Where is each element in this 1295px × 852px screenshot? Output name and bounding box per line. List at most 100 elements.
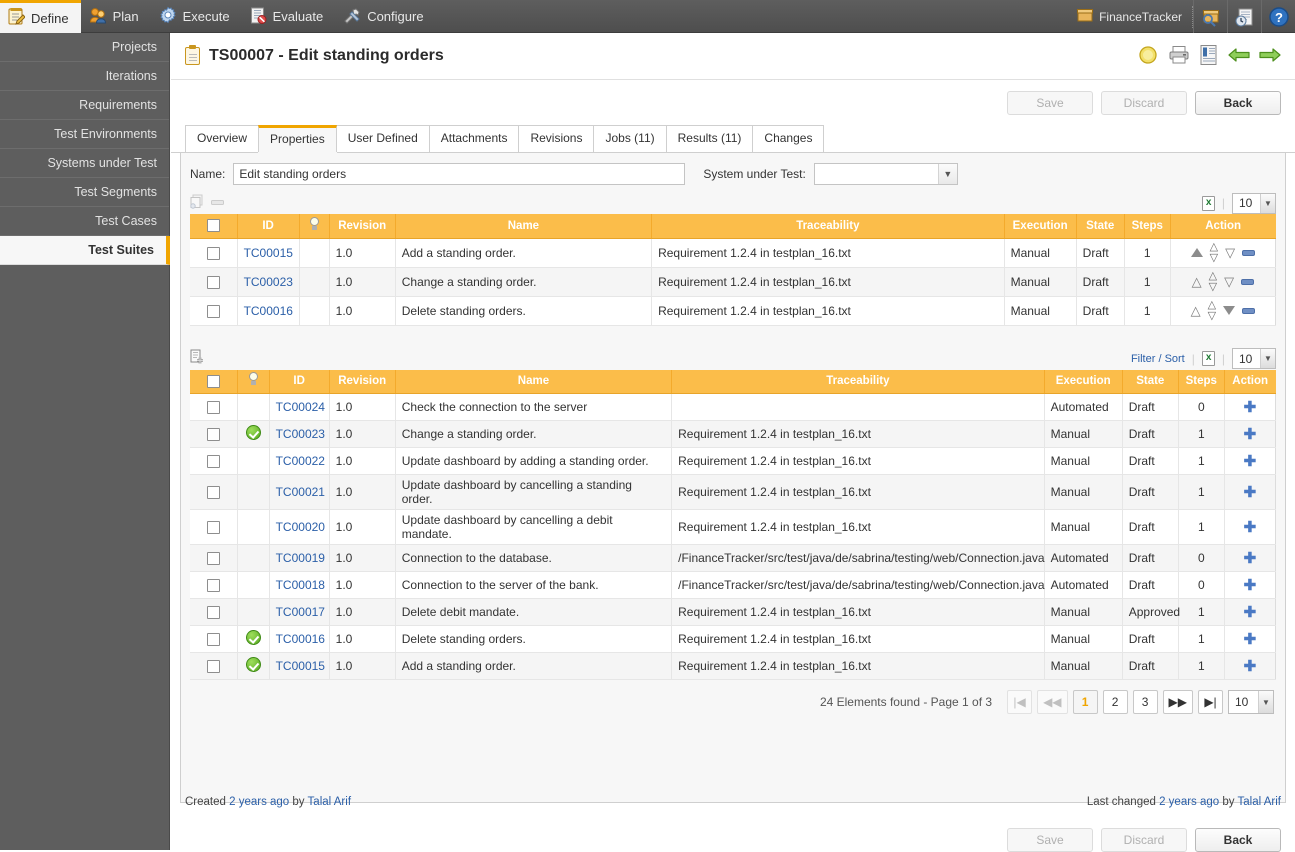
row-id-cell[interactable]: TC00016: [237, 296, 300, 326]
created-when-link[interactable]: 2 years ago: [229, 796, 289, 808]
row-id-cell[interactable]: TC00022: [269, 447, 330, 475]
row-checkbox[interactable]: [206, 455, 220, 469]
sidebar-item-test-cases[interactable]: Test Cases: [0, 207, 169, 236]
table1-header-revision[interactable]: Revision: [329, 214, 396, 239]
row-checkbox[interactable]: [206, 660, 220, 674]
row-id-cell[interactable]: TC00015: [237, 238, 300, 268]
row-checkbox-cell[interactable]: [190, 509, 238, 545]
row-id-link[interactable]: TC00020: [276, 520, 325, 534]
pagination-page-3[interactable]: 3: [1132, 690, 1158, 714]
system-under-test-select[interactable]: ▼: [813, 163, 958, 185]
add-row-icon[interactable]: ✚: [1244, 604, 1257, 621]
pagination-page-size-select[interactable]: 10 ▼: [1228, 690, 1274, 714]
pagination-page-2[interactable]: 2: [1102, 690, 1128, 714]
row-checkbox-cell[interactable]: [190, 625, 238, 653]
add-document-icon[interactable]: [190, 349, 205, 368]
move-up-icon[interactable]: [1190, 248, 1203, 257]
table1-header-state[interactable]: State: [1076, 214, 1125, 239]
table-row[interactable]: TC00015 1.0 Add a standing order. Requireme…: [190, 652, 1277, 680]
tab-results[interactable]: Results (11): [665, 125, 754, 152]
row-id-link[interactable]: TC00015: [244, 246, 293, 260]
add-row-icon[interactable]: ✚: [1244, 550, 1257, 567]
table2-header-traceability[interactable]: Traceability: [671, 369, 1045, 394]
changed-by-link[interactable]: Talal Arif: [1238, 796, 1281, 808]
row-id-cell[interactable]: TC00024: [269, 393, 330, 421]
table2-header-bulb[interactable]: [237, 369, 270, 394]
add-row-icon[interactable]: ✚: [1244, 658, 1257, 675]
table-row[interactable]: TC00018 1.0 Connection to the server of th…: [190, 571, 1277, 599]
help-icon[interactable]: ?: [1261, 0, 1295, 33]
move-up-icon[interactable]: △: [1191, 304, 1201, 317]
tab-attachments[interactable]: Attachments: [428, 125, 520, 152]
row-checkbox-cell[interactable]: [190, 393, 238, 421]
table-row[interactable]: TC00016 1.0 Delete standing orders. Requ…: [190, 296, 1277, 326]
table2-header-name[interactable]: Name: [395, 369, 673, 394]
row-id-cell[interactable]: TC00016: [269, 625, 330, 653]
row-id-link[interactable]: TC00019: [276, 551, 325, 565]
row-checkbox-cell[interactable]: [190, 598, 238, 626]
table1-header-traceability[interactable]: Traceability: [651, 214, 1005, 239]
move-updown-icon[interactable]: △ ▽: [1210, 241, 1218, 264]
add-row-icon[interactable]: ✚: [1244, 426, 1257, 443]
nav-item-execute[interactable]: Execute: [151, 0, 242, 33]
table-row[interactable]: TC00024 1.0 Check the connection to the se…: [190, 393, 1277, 421]
bulb-icon[interactable]: [1137, 44, 1159, 69]
table-row[interactable]: TC00021 1.0 Update dashboard by cancelling…: [190, 474, 1277, 510]
tab-user-defined[interactable]: User Defined: [335, 125, 430, 152]
row-checkbox[interactable]: [206, 428, 220, 442]
row-checkbox[interactable]: [206, 552, 220, 566]
row-id-cell[interactable]: TC00023: [237, 267, 300, 297]
table-row[interactable]: TC00022 1.0 Update dashboard by adding a s…: [190, 447, 1277, 475]
current-project[interactable]: FinanceTracker: [1067, 5, 1193, 28]
row-id-cell[interactable]: TC00018: [269, 571, 330, 599]
add-row-icon[interactable]: ✚: [1244, 631, 1257, 648]
table2-header-id[interactable]: ID: [269, 369, 330, 394]
row-id-link[interactable]: TC00016: [244, 304, 293, 318]
move-updown-icon[interactable]: △ ▽: [1209, 270, 1217, 293]
discard-button[interactable]: Discard: [1101, 90, 1187, 115]
move-down-icon[interactable]: ▽: [1224, 275, 1234, 288]
row-checkbox[interactable]: [206, 606, 220, 620]
print-icon[interactable]: [1168, 45, 1190, 68]
forward-arrow-icon[interactable]: [1259, 46, 1281, 67]
sidebar-item-iterations[interactable]: Iterations: [0, 62, 169, 91]
nav-item-evaluate[interactable]: Evaluate: [242, 0, 336, 33]
save-button-bottom[interactable]: Save: [1007, 828, 1093, 852]
remove-row-icon[interactable]: [1242, 249, 1256, 256]
nav-item-plan[interactable]: Plan: [81, 0, 151, 33]
move-down-icon[interactable]: [1223, 306, 1236, 315]
filter-sort-link[interactable]: Filter / Sort: [1131, 353, 1185, 365]
excel-export-icon[interactable]: [1201, 351, 1215, 366]
tab-overview[interactable]: Overview: [185, 125, 260, 152]
add-row-icon[interactable]: ✚: [1244, 453, 1257, 470]
row-id-link[interactable]: TC00023: [244, 275, 293, 289]
row-id-cell[interactable]: TC00017: [269, 598, 330, 626]
table2-header-state[interactable]: State: [1122, 369, 1179, 394]
remove-row-icon[interactable]: [1242, 307, 1256, 314]
add-row-icon[interactable]: ✚: [1244, 399, 1257, 416]
table-row[interactable]: TC00020 1.0 Update dashboard by cancelling…: [190, 509, 1277, 545]
row-checkbox-cell[interactable]: [190, 267, 238, 297]
row-checkbox[interactable]: [206, 633, 220, 647]
row-id-cell[interactable]: TC00021: [269, 474, 330, 510]
row-id-link[interactable]: TC00018: [276, 578, 325, 592]
sidebar-item-test-environments[interactable]: Test Environments: [0, 120, 169, 149]
row-id-link[interactable]: TC00017: [276, 605, 325, 619]
changed-when-link[interactable]: 2 years ago: [1159, 796, 1219, 808]
row-checkbox[interactable]: [206, 579, 220, 593]
move-up-icon[interactable]: △: [1192, 275, 1202, 288]
report-document-icon[interactable]: [1199, 44, 1219, 69]
nav-item-define[interactable]: Define: [0, 0, 81, 33]
row-id-cell[interactable]: TC00015: [269, 652, 330, 680]
copy-disabled-icon[interactable]: [190, 194, 205, 212]
table-row[interactable]: TC00015 1.0 Add a standing order. Requir…: [190, 238, 1277, 268]
row-checkbox-cell[interactable]: [190, 238, 238, 268]
sidebar-item-test-suites[interactable]: Test Suites: [0, 236, 170, 265]
row-checkbox-cell[interactable]: [190, 544, 238, 572]
table1-header-execution[interactable]: Execution: [1004, 214, 1077, 239]
history-icon[interactable]: [1227, 0, 1261, 33]
row-checkbox[interactable]: [206, 401, 220, 415]
sidebar-item-systems-under-test[interactable]: Systems under Test: [0, 149, 169, 178]
add-row-icon[interactable]: ✚: [1244, 577, 1257, 594]
table-row[interactable]: TC00017 1.0 Delete debit mandate. Requireme…: [190, 598, 1277, 626]
